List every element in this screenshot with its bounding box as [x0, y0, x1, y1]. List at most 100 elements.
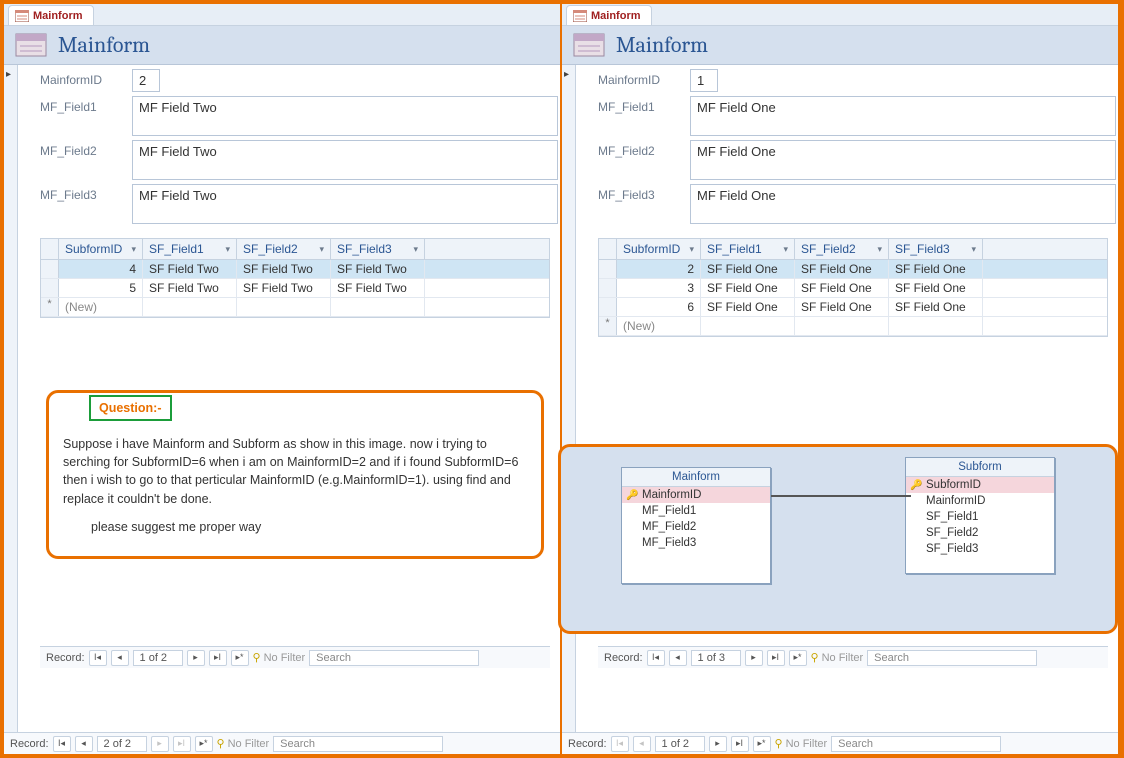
subform-record-nav: Record: I◂ ◂ 1 of 3 ▸ ▸I ▸* ⚲No Filter S…: [598, 646, 1108, 668]
input-mf-field3[interactable]: MF Field Two: [132, 184, 558, 224]
current-record-arrow-icon: ▸: [6, 69, 11, 80]
nav-prev-button[interactable]: ◂: [633, 736, 651, 752]
tab-mainform[interactable]: Mainform: [8, 5, 94, 25]
table-row-new[interactable]: * (New): [41, 298, 549, 317]
tab-strip: Mainform: [562, 4, 1118, 26]
table-row[interactable]: 6 SF Field One SF Field One SF Field One: [599, 298, 1107, 317]
input-mf-field1[interactable]: MF Field One: [690, 96, 1116, 136]
input-mf-field3[interactable]: MF Field One: [690, 184, 1116, 224]
nav-search[interactable]: Search: [867, 650, 1037, 666]
nav-prev-button[interactable]: ◂: [669, 650, 687, 666]
nav-first-button[interactable]: I◂: [53, 736, 71, 752]
record-selector[interactable]: ▸: [4, 65, 18, 732]
question-body: Suppose i have Mainform and Subform as s…: [63, 435, 527, 508]
form-header: Mainform: [562, 26, 1118, 65]
relationship-link[interactable]: [771, 495, 911, 497]
chevron-down-icon[interactable]: ▾: [131, 244, 136, 255]
nav-first-button[interactable]: I◂: [647, 650, 665, 666]
tab-mainform[interactable]: Mainform: [566, 5, 652, 25]
table-row[interactable]: 4 SF Field Two SF Field Two SF Field Two: [41, 260, 549, 279]
col-subformid[interactable]: SubformID▾: [617, 239, 701, 259]
form-icon: [573, 10, 587, 22]
chevron-down-icon[interactable]: ▾: [689, 244, 694, 255]
table-row[interactable]: 2 SF Field One SF Field One SF Field One: [599, 260, 1107, 279]
tab-label: Mainform: [33, 10, 83, 22]
current-record-arrow-icon: ▸: [564, 69, 569, 80]
col-sf-field1[interactable]: SF_Field1▾: [143, 239, 237, 259]
nav-next-button[interactable]: ▸: [151, 736, 169, 752]
subform-datasheet[interactable]: SubformID▾ SF_Field1▾ SF_Field2▾ SF_Fiel…: [598, 238, 1108, 337]
nav-prev-button[interactable]: ◂: [111, 650, 129, 666]
chevron-down-icon[interactable]: ▾: [877, 244, 882, 255]
filter-icon: ⚲: [811, 651, 819, 664]
nav-filter[interactable]: ⚲No Filter: [811, 651, 864, 664]
filter-icon: ⚲: [217, 737, 225, 750]
form-title: Mainform: [616, 32, 708, 58]
nav-search[interactable]: Search: [309, 650, 479, 666]
nav-last-button[interactable]: ▸I: [731, 736, 749, 752]
table-row-new[interactable]: * (New): [599, 317, 1107, 336]
input-mf-field1[interactable]: MF Field Two: [132, 96, 558, 136]
table-row[interactable]: 5 SF Field Two SF Field Two SF Field Two: [41, 279, 549, 298]
nav-next-button[interactable]: ▸: [745, 650, 763, 666]
relationship-table-subform[interactable]: Subform 🔑SubformID MainformID SF_Field1 …: [905, 457, 1055, 574]
nav-last-button[interactable]: ▸I: [173, 736, 191, 752]
nav-next-button[interactable]: ▸: [187, 650, 205, 666]
col-sf-field2[interactable]: SF_Field2▾: [237, 239, 331, 259]
col-sf-field3[interactable]: SF_Field3▾: [331, 239, 425, 259]
primary-key-icon: 🔑: [626, 490, 638, 501]
nav-new-button[interactable]: ▸*: [195, 736, 213, 752]
nav-position[interactable]: 1 of 3: [691, 650, 741, 666]
col-subformid[interactable]: SubformID▾: [59, 239, 143, 259]
input-mainformid[interactable]: 2: [132, 69, 160, 92]
nav-last-button[interactable]: ▸I: [767, 650, 785, 666]
nav-search[interactable]: Search: [273, 736, 443, 752]
new-record-icon: *: [599, 317, 617, 335]
chevron-down-icon[interactable]: ▾: [319, 244, 324, 255]
chevron-down-icon[interactable]: ▾: [225, 244, 230, 255]
question-body-2: please suggest me proper way: [91, 518, 527, 536]
nav-new-button[interactable]: ▸*: [753, 736, 771, 752]
tab-strip: Mainform: [4, 4, 560, 26]
label-mainformid: MainformID: [598, 69, 690, 87]
subform-record-nav: Record: I◂ ◂ 1 of 2 ▸ ▸I ▸* ⚲No Filter S…: [40, 646, 550, 668]
chevron-down-icon[interactable]: ▾: [413, 244, 418, 255]
nav-filter[interactable]: ⚲No Filter: [775, 737, 828, 750]
relationship-table-mainform[interactable]: Mainform 🔑MainformID MF_Field1 MF_Field2…: [621, 467, 771, 584]
nav-search[interactable]: Search: [831, 736, 1001, 752]
form-title: Mainform: [58, 32, 150, 58]
nav-filter[interactable]: ⚲No Filter: [253, 651, 306, 664]
label-mf-field3: MF_Field3: [598, 184, 690, 202]
table-row[interactable]: 3 SF Field One SF Field One SF Field One: [599, 279, 1107, 298]
form-logo-icon: [14, 32, 48, 58]
col-sf-field2[interactable]: SF_Field2▾: [795, 239, 889, 259]
nav-prev-button[interactable]: ◂: [75, 736, 93, 752]
chevron-down-icon[interactable]: ▾: [971, 244, 976, 255]
mainform-record-nav: Record: I◂ ◂ 2 of 2 ▸ ▸I ▸* ⚲No Filter S…: [4, 732, 560, 754]
nav-position[interactable]: 1 of 2: [655, 736, 705, 752]
tab-label: Mainform: [591, 10, 641, 22]
nav-position[interactable]: 1 of 2: [133, 650, 183, 666]
form-icon: [15, 10, 29, 22]
nav-new-button[interactable]: ▸*: [789, 650, 807, 666]
nav-position[interactable]: 2 of 2: [97, 736, 147, 752]
col-sf-field1[interactable]: SF_Field1▾: [701, 239, 795, 259]
nav-next-button[interactable]: ▸: [709, 736, 727, 752]
nav-last-button[interactable]: ▸I: [209, 650, 227, 666]
input-mf-field2[interactable]: MF Field One: [690, 140, 1116, 180]
filter-icon: ⚲: [253, 651, 261, 664]
primary-key-icon: 🔑: [910, 480, 922, 491]
label-mf-field1: MF_Field1: [40, 96, 132, 114]
nav-new-button[interactable]: ▸*: [231, 650, 249, 666]
input-mf-field2[interactable]: MF Field Two: [132, 140, 558, 180]
subform-datasheet[interactable]: SubformID▾ SF_Field1▾ SF_Field2▾ SF_Fiel…: [40, 238, 550, 318]
form-logo-icon: [572, 32, 606, 58]
label-mf-field1: MF_Field1: [598, 96, 690, 114]
col-sf-field3[interactable]: SF_Field3▾: [889, 239, 983, 259]
label-mainformid: MainformID: [40, 69, 132, 87]
nav-first-button[interactable]: I◂: [611, 736, 629, 752]
nav-first-button[interactable]: I◂: [89, 650, 107, 666]
nav-filter[interactable]: ⚲No Filter: [217, 737, 270, 750]
chevron-down-icon[interactable]: ▾: [783, 244, 788, 255]
input-mainformid[interactable]: 1: [690, 69, 718, 92]
